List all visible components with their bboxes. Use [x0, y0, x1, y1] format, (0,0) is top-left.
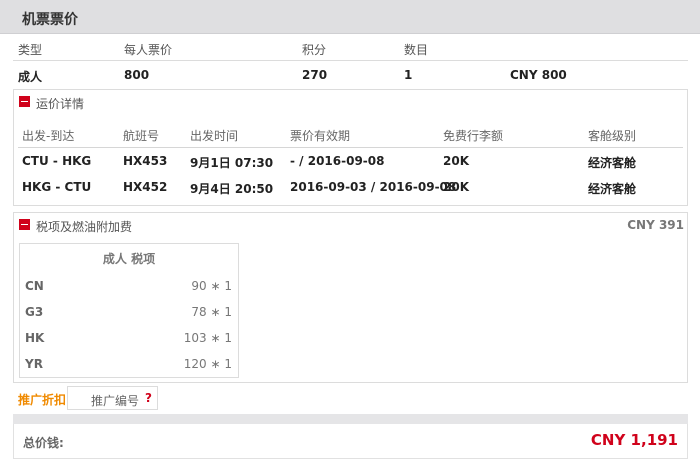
taxes-title[interactable]: 税项及燃油附加费 — [36, 218, 132, 235]
details-divider — [18, 147, 683, 148]
page-title: 机票票价 — [22, 12, 78, 28]
summary-total: CNY 800 — [510, 68, 567, 82]
summary-price: 800 — [124, 68, 150, 82]
tax-code: HK — [25, 331, 45, 345]
total-separator-bar — [13, 414, 688, 424]
tax-value: 120 ∗ 1 — [183, 357, 232, 371]
col-flight: 航班号 — [123, 129, 160, 143]
tax-value: 103 ∗ 1 — [183, 331, 232, 345]
row2-cabin: 经济客舱 — [588, 182, 637, 196]
tax-box-header: 成人 税项 — [102, 252, 156, 266]
row1-flight: HX453 — [123, 154, 168, 168]
summary-header-type: 类型 — [18, 43, 43, 57]
row1-validity: - / 2016-09-08 — [290, 154, 385, 168]
summary-header-count: 数目 — [404, 43, 429, 57]
col-baggage: 免费行李额 — [443, 129, 504, 143]
row1-time: 9月1日 07:30 — [190, 156, 274, 170]
row1-route: CTU - HKG — [22, 154, 92, 168]
summary-header-points: 积分 — [302, 43, 327, 57]
promo-code-input[interactable]: 推广编号 ? — [67, 386, 158, 410]
collapse-minus-icon[interactable] — [19, 219, 30, 230]
row1-cabin: 经济客舱 — [588, 156, 637, 170]
promo-placeholder: 推广编号 — [91, 394, 140, 408]
row2-baggage: 20K — [443, 180, 469, 194]
collapse-minus-icon[interactable] — [19, 96, 30, 107]
tax-code: CN — [25, 279, 44, 293]
col-time: 出发时间 — [190, 129, 239, 143]
row2-time: 9月4日 20:50 — [190, 182, 274, 196]
row2-validity: 2016-09-03 / 2016-09-08 — [290, 180, 457, 194]
tax-code: YR — [25, 357, 43, 371]
taxes-total: CNY 391 — [627, 218, 684, 232]
summary-type: 成人 — [18, 70, 43, 84]
tax-code: G3 — [25, 305, 44, 319]
tax-breakdown-box: 成人 税项 CN 90 ∗ 1 G3 78 ∗ 1 HK 103 ∗ 1 YR … — [19, 243, 239, 378]
summary-header-price: 每人票价 — [124, 43, 173, 57]
promo-label: 推广折扣 — [18, 393, 67, 407]
fare-details-title[interactable]: 运价详情 — [36, 95, 84, 112]
total-label: 总价钱: — [23, 436, 64, 450]
summary-count: 1 — [404, 68, 413, 82]
col-cabin: 客舱级别 — [588, 129, 637, 143]
row1-baggage: 20K — [443, 154, 469, 168]
tax-value: 78 ∗ 1 — [191, 305, 232, 319]
col-route: 出发-到达 — [22, 129, 75, 143]
page-header: 机票票价 — [0, 0, 700, 34]
tax-value: 90 ∗ 1 — [191, 279, 232, 293]
col-validity: 票价有效期 — [290, 129, 351, 143]
help-icon[interactable]: ? — [145, 391, 152, 405]
row2-flight: HX452 — [123, 180, 168, 194]
summary-divider — [13, 60, 688, 61]
total-value: CNY 1,191 — [590, 431, 678, 449]
total-box — [13, 424, 688, 459]
summary-points: 270 — [302, 68, 328, 82]
row2-route: HKG - CTU — [22, 180, 92, 194]
